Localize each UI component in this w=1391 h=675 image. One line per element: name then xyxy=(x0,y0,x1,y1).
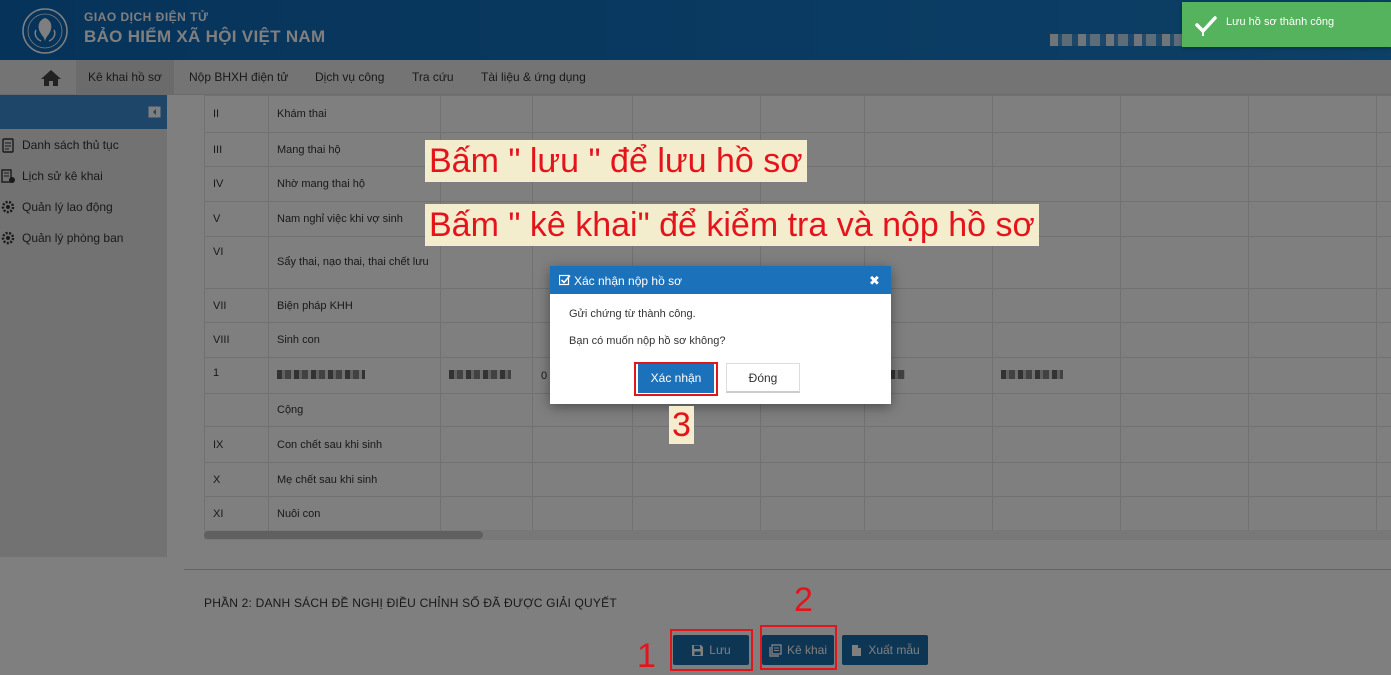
sidebar: Danh sách thủ tục Lịch sử kê khai Quản l… xyxy=(0,95,167,557)
main-nav: Kê khai hồ sơ Nộp BHXH điện tử Dịch vụ c… xyxy=(0,60,1391,95)
row-code: 1 xyxy=(204,357,269,394)
close-icon[interactable]: ✖ xyxy=(869,273,880,289)
sidebar-item-lich-su-ke-khai[interactable]: Lịch sử kê khai xyxy=(0,166,103,186)
row-code xyxy=(204,393,269,427)
table-row: IX Con chết sau khi sinh xyxy=(204,426,1391,463)
brand-line-2: BẢO HIỂM XÃ HỘI VIỆT NAM xyxy=(84,27,326,46)
nav-ke-khai-ho-so[interactable]: Kê khai hồ sơ xyxy=(76,60,174,95)
home-icon[interactable] xyxy=(38,68,64,88)
row-label: Con chết sau khi sinh xyxy=(268,426,441,463)
step-3-label: 3 xyxy=(669,406,694,444)
sidebar-item-quan-ly-lao-dong[interactable]: Quản lý lao động xyxy=(0,197,113,217)
sidebar-item-label: Quản lý phòng ban xyxy=(22,231,124,245)
table-row: X Mẹ chết sau khi sinh xyxy=(204,462,1391,497)
checkmark-icon xyxy=(1195,16,1217,36)
row-label: Sẩy thai, nạo thai, thai chết lưu xyxy=(268,236,441,289)
sidebar-item-danh-sach-thu-tuc[interactable]: Danh sách thủ tục xyxy=(0,135,119,155)
nav-dich-vu-cong[interactable]: Dịch vụ công xyxy=(303,60,396,95)
sidebar-item-label: Danh sách thủ tục xyxy=(22,138,119,152)
checkbox-checked-icon xyxy=(559,274,571,286)
row-code: IV xyxy=(204,166,269,202)
success-toast[interactable]: Lưu hồ sơ thành công xyxy=(1182,2,1391,47)
row-code: II xyxy=(204,95,269,133)
sidebar-item-label: Quản lý lao động xyxy=(22,200,113,214)
dialog-header: Xác nhận nộp hồ sơ ✖ xyxy=(550,266,891,294)
step-2-label: 2 xyxy=(794,581,813,619)
nav-tra-cuu[interactable]: Tra cứu xyxy=(400,60,466,95)
row-code: VI xyxy=(204,236,269,289)
collapse-sidebar-icon[interactable] xyxy=(148,106,161,118)
row-label: Nhờ mang thai hộ xyxy=(268,166,441,202)
user-info-redacted[interactable] xyxy=(1050,34,1190,46)
export-button[interactable]: Xuất mẫu xyxy=(842,635,928,665)
employee-name-redacted xyxy=(268,357,441,394)
gear-icon xyxy=(1,200,15,214)
highlight-confirm-button xyxy=(634,362,718,396)
row-code: VII xyxy=(204,288,269,323)
brand-line-1: GIAO DỊCH ĐIỆN TỬ xyxy=(84,10,209,24)
gear-icon xyxy=(1,231,15,245)
row-label: Sinh con xyxy=(268,322,441,358)
section-divider xyxy=(184,569,1391,570)
scrollbar-thumb[interactable] xyxy=(204,531,483,539)
row-label: Mang thai hộ xyxy=(268,132,441,167)
nav-tai-lieu[interactable]: Tài liệu & ứng dụng xyxy=(469,60,598,95)
close-dialog-button[interactable]: Đóng xyxy=(726,363,800,393)
sidebar-item-label: Lịch sử kê khai xyxy=(22,169,103,183)
dialog-message-question: Bạn có muốn nộp hồ sơ không? xyxy=(569,335,726,347)
section-2-title: PHẦN 2: DANH SÁCH ĐỀ NGHỊ ĐIỀU CHỈNH SỐ … xyxy=(204,596,617,610)
export-button-label: Xuất mẫu xyxy=(868,643,920,657)
row-code: VIII xyxy=(204,322,269,358)
row-code: V xyxy=(204,201,269,237)
row-label: Biện pháp KHH xyxy=(268,288,441,323)
row-code: XI xyxy=(204,496,269,530)
row-label: Mẹ chết sau khi sinh xyxy=(268,462,441,497)
annotation-save-instruction: Bấm " lưu " để lưu hồ sơ xyxy=(425,140,807,182)
highlight-save-button xyxy=(670,629,753,671)
row-label: Nuôi con xyxy=(268,496,441,530)
nav-nop-bhxh[interactable]: Nộp BHXH điện tử xyxy=(177,60,300,95)
annotation-declare-instruction: Bấm " kê khai" để kiểm tra và nộp hồ sơ xyxy=(425,204,1039,246)
sidebar-item-quan-ly-phong-ban[interactable]: Quản lý phòng ban xyxy=(0,228,123,248)
table-row: XI Nuôi con xyxy=(204,496,1391,530)
value-redacted xyxy=(992,357,1121,394)
dialog-message-success: Gửi chứng từ thành công. xyxy=(569,308,696,320)
row-code: X xyxy=(204,462,269,497)
row-label: Nam nghỉ việc khi vợ sinh xyxy=(268,201,441,237)
bhxh-logo-icon[interactable] xyxy=(20,6,70,56)
row-code: IX xyxy=(204,426,269,463)
table-row: II Khám thai xyxy=(204,95,1391,133)
dialog-title: Xác nhận nộp hồ sơ xyxy=(574,274,682,288)
step-1-label: 1 xyxy=(637,637,656,675)
highlight-declare-button xyxy=(760,625,837,670)
toast-message: Lưu hồ sơ thành công xyxy=(1226,16,1335,28)
file-icon xyxy=(852,644,862,656)
confirm-submit-dialog: Xác nhận nộp hồ sơ ✖ Gửi chứng từ thành … xyxy=(550,266,891,404)
sidebar-header xyxy=(0,95,167,129)
row-label: Khám thai xyxy=(268,95,441,133)
row-code: III xyxy=(204,132,269,167)
row-label: Cộng xyxy=(268,393,441,427)
clipboard-icon xyxy=(2,138,14,153)
employee-code-redacted xyxy=(440,357,533,394)
history-list-icon xyxy=(1,169,15,183)
